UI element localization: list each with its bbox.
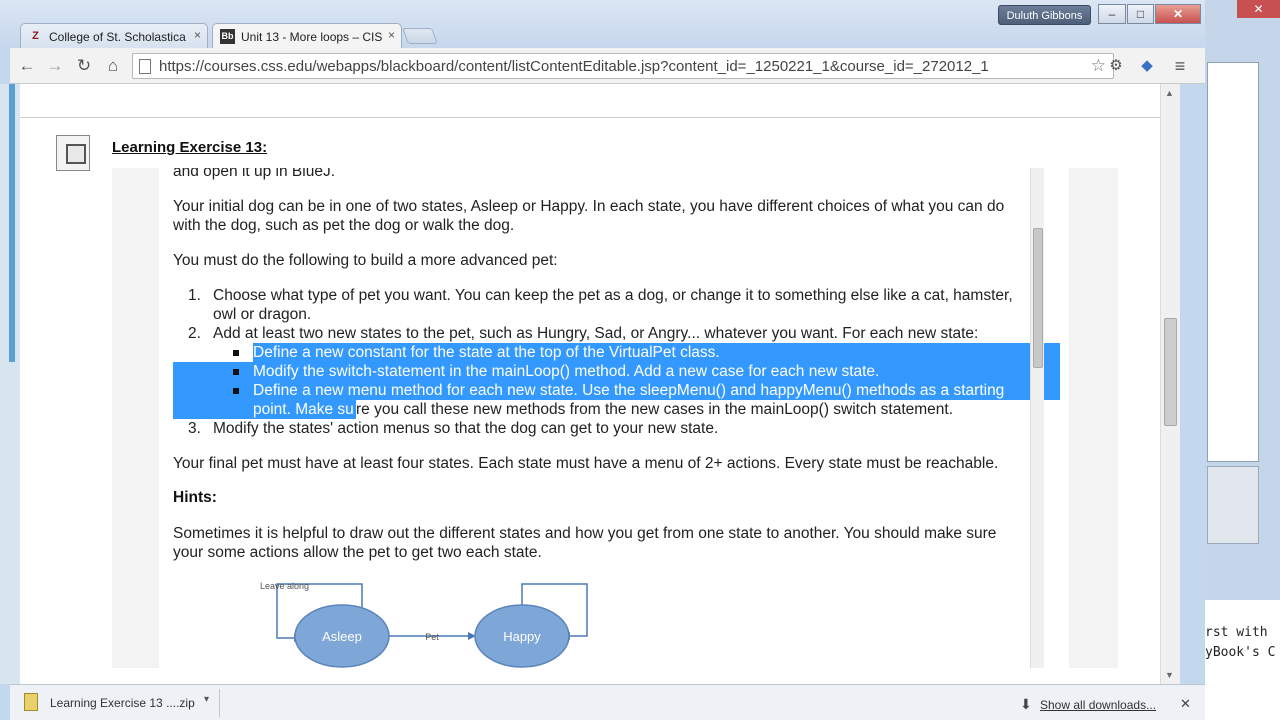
left-accent-bar bbox=[9, 84, 15, 362]
url-text[interactable]: https://courses.css.edu/webapps/blackboa… bbox=[159, 58, 989, 75]
list-item-line: Add at least two new states to the pet, … bbox=[213, 325, 979, 342]
exercise-body: and open it up in BlueJ. Your initial do… bbox=[112, 168, 1118, 668]
sub-list-item: Define a new constant for the state at t… bbox=[253, 344, 720, 361]
maximize-button[interactable]: □ bbox=[1127, 4, 1154, 24]
scroll-down-icon[interactable]: ▼ bbox=[1165, 670, 1174, 680]
close-shelf-icon[interactable]: ✕ bbox=[1180, 696, 1191, 712]
sub-list-item: Modify the switch-statement in the mainL… bbox=[253, 363, 880, 380]
tab-unit13[interactable]: Bb Unit 13 - More loops – CIS × bbox=[212, 23, 402, 49]
assignment-icon bbox=[56, 135, 90, 171]
close-window-button[interactable]: ✕ bbox=[1155, 4, 1201, 24]
download-arrow-icon: ⬇ bbox=[1020, 696, 1032, 712]
browser-window: Z College of St. Scholastica × Bb Unit 1… bbox=[0, 0, 1205, 720]
sub-list-item-rest: re you call these new methods from the n… bbox=[356, 401, 954, 418]
download-filename[interactable]: Learning Exercise 13 ....zip bbox=[50, 696, 195, 710]
show-all-downloads-link[interactable]: Show all downloads... bbox=[1040, 698, 1156, 712]
code-line: yBook's C bbox=[1205, 645, 1276, 660]
page-scrollbar-thumb[interactable] bbox=[1164, 318, 1177, 426]
download-item[interactable]: Learning Exercise 13 ....zip ▾ bbox=[14, 689, 220, 717]
tab-college[interactable]: Z College of St. Scholastica × bbox=[20, 23, 208, 49]
state-label-asleep: Asleep bbox=[322, 629, 362, 644]
edge-label: Pet bbox=[425, 632, 439, 642]
download-shelf: Learning Exercise 13 ....zip ▾ ⬇ Show al… bbox=[10, 684, 1205, 720]
bullet bbox=[233, 369, 239, 375]
bookmark-star-icon[interactable]: ☆ bbox=[1091, 56, 1106, 76]
home-button[interactable]: ⌂ bbox=[102, 56, 124, 76]
exercise-title[interactable]: Learning Exercise 13: bbox=[112, 139, 267, 156]
list-number: 3. bbox=[188, 420, 201, 437]
paragraph: You must do the following to build a mor… bbox=[173, 252, 558, 269]
list-number: 2. bbox=[188, 325, 201, 342]
reload-button[interactable]: ↻ bbox=[73, 56, 95, 76]
minimize-button[interactable]: – bbox=[1098, 4, 1126, 24]
z-favicon-icon: Z bbox=[32, 30, 39, 42]
sub-list-item: Define a new menu method for each new st… bbox=[253, 382, 1005, 399]
new-tab-button[interactable] bbox=[402, 28, 438, 44]
tab-label: College of St. Scholastica bbox=[49, 30, 186, 44]
menu-icon[interactable]: ≡ bbox=[1169, 56, 1191, 76]
background-panel bbox=[1207, 62, 1259, 462]
left-border bbox=[0, 84, 20, 684]
background-code-area: rst with yBook's C bbox=[1205, 600, 1280, 720]
forward-button[interactable]: → bbox=[44, 56, 66, 76]
chevron-down-icon[interactable]: ▾ bbox=[204, 694, 209, 705]
state-diagram: Leave along Asleep Pet Happy bbox=[260, 581, 588, 668]
list-item-line: Modify the states' action menus so that … bbox=[213, 420, 719, 437]
background-window: ✕ rst with yBook's C bbox=[1205, 0, 1280, 720]
list-number: 1. bbox=[188, 287, 201, 304]
paragraph-line: with the dog, such as pet the dog or wal… bbox=[173, 217, 515, 234]
loop-label: Leave along bbox=[260, 581, 309, 591]
user-profile-badge[interactable]: Duluth Gibbons bbox=[998, 5, 1091, 25]
content-scrollbar[interactable] bbox=[1030, 168, 1044, 668]
state-label-happy: Happy bbox=[503, 629, 541, 644]
paragraph-line: Sometimes it is helpful to draw out the … bbox=[173, 525, 997, 542]
code-line: rst with bbox=[1205, 625, 1268, 640]
title-bar: Z College of St. Scholastica × Bb Unit 1… bbox=[0, 0, 1205, 49]
close-tab-icon[interactable]: × bbox=[194, 28, 201, 42]
zip-file-icon bbox=[24, 693, 38, 711]
address-bar[interactable]: https://courses.css.edu/webapps/blackboa… bbox=[132, 53, 1114, 79]
paragraph-line: Your initial dog can be in one of two st… bbox=[173, 198, 1005, 215]
bullet bbox=[233, 388, 239, 394]
background-close-button[interactable]: ✕ bbox=[1237, 0, 1280, 18]
scroll-up-icon[interactable]: ▲ bbox=[1165, 88, 1174, 98]
divider bbox=[20, 117, 1168, 118]
blackboard-favicon-icon: Bb bbox=[220, 29, 235, 44]
page-content: Learning Exercise 13: and open it up in … bbox=[20, 84, 1180, 684]
page-icon bbox=[139, 59, 151, 74]
close-tab-icon[interactable]: × bbox=[388, 28, 395, 42]
content-scrollbar-thumb[interactable] bbox=[1033, 228, 1043, 368]
list-item-line: owl or dragon. bbox=[213, 306, 312, 323]
back-button[interactable]: ← bbox=[16, 56, 38, 76]
extension-icon[interactable]: ⚙ bbox=[1105, 56, 1127, 76]
browser-toolbar: ← → ↻ ⌂ https://courses.css.edu/webapps/… bbox=[10, 48, 1205, 84]
cut-off-line: and open it up in BlueJ. bbox=[173, 168, 336, 180]
paragraph: Your final pet must have at least four s… bbox=[173, 455, 999, 472]
tab-label: Unit 13 - More loops – CIS bbox=[241, 30, 383, 44]
paragraph-line: your some actions allow the pet to get t… bbox=[173, 544, 542, 561]
page-scrollbar[interactable]: ▲ ▼ bbox=[1160, 84, 1180, 684]
sub-list-item-selected: point. Make su bbox=[253, 401, 354, 418]
background-panel-lower bbox=[1207, 466, 1259, 544]
extension-arrow-icon[interactable]: ◆ bbox=[1136, 56, 1158, 76]
bullet bbox=[233, 350, 239, 356]
hints-heading: Hints: bbox=[173, 489, 217, 506]
list-item-line: Choose what type of pet you want. You ca… bbox=[213, 287, 1013, 304]
